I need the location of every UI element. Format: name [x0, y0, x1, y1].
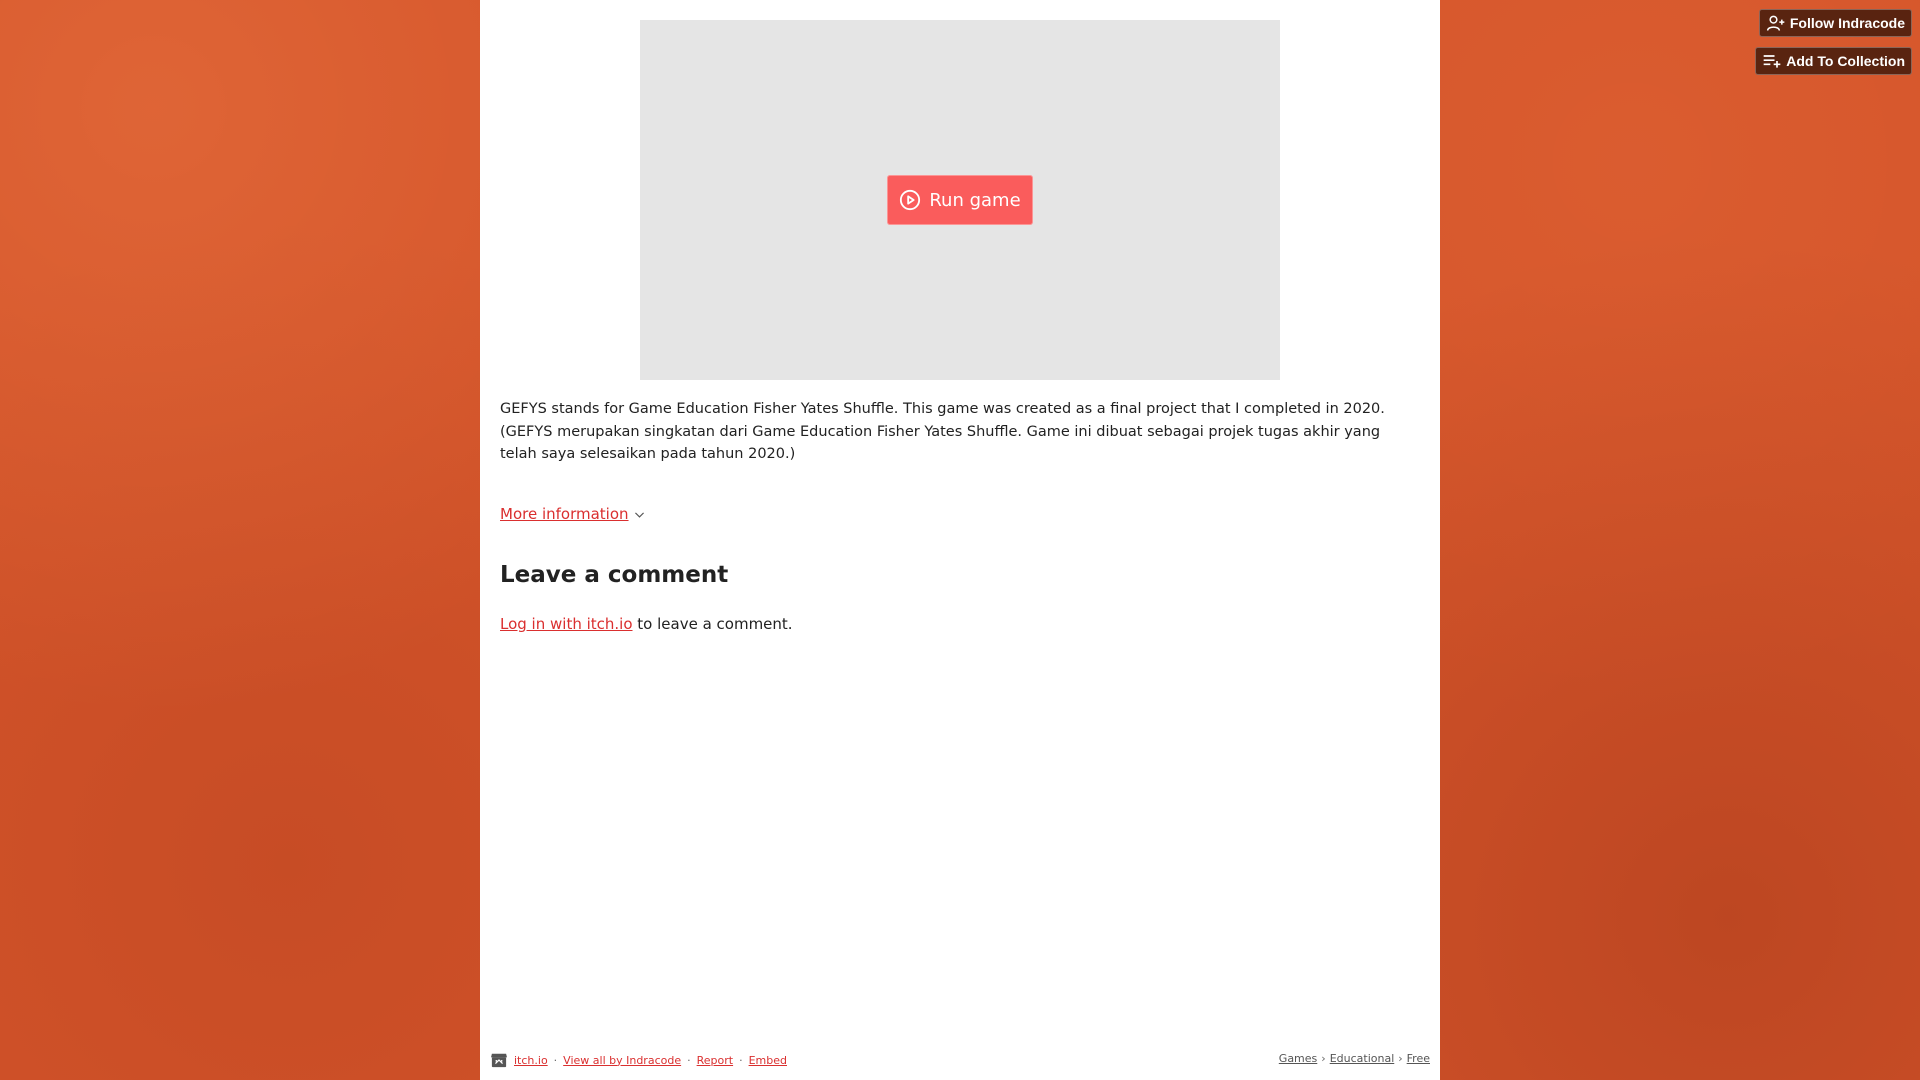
footer-separator: · [553, 1053, 558, 1067]
playlist-add-icon [1763, 55, 1781, 68]
breadcrumb-games[interactable]: Games [1279, 1052, 1317, 1065]
collection-label: Add To Collection [1786, 53, 1905, 69]
comments-heading: Leave a comment [500, 562, 729, 588]
game-description: GEFYS stands for Game Education Fisher Y… [500, 401, 1385, 462]
comment-login-prompt: Log in with itch.io to leave a comment. [500, 615, 793, 633]
footer-link-embed[interactable]: Embed [749, 1054, 787, 1067]
breadcrumb-separator: › [1398, 1052, 1403, 1065]
footer-link-report[interactable]: Report [697, 1054, 733, 1067]
more-information-toggle[interactable]: More information [500, 505, 646, 523]
run-game-label: Run game [929, 189, 1021, 211]
follow-label: Follow Indracode [1789, 15, 1905, 31]
main-column: Run game GEFYS stands for Game Education… [480, 0, 1440, 1080]
login-link[interactable]: Log in with itch.io [500, 615, 633, 633]
breadcrumb-free[interactable]: Free [1407, 1052, 1430, 1065]
run-game-button[interactable]: Run game [887, 175, 1033, 225]
add-to-collection-button[interactable]: Add To Collection [1755, 47, 1912, 75]
follow-button[interactable]: Follow Indracode [1758, 9, 1912, 37]
itchio-logo-icon [491, 1053, 507, 1068]
breadcrumb-educational[interactable]: Educational [1330, 1052, 1395, 1065]
breadcrumb-separator: › [1321, 1052, 1326, 1065]
footer-links: itch.io · View all by Indracode · Report… [490, 1052, 787, 1068]
footer-link-view-all[interactable]: View all by Indracode [563, 1054, 681, 1067]
footer-link-itchio[interactable]: itch.io [514, 1054, 548, 1067]
login-suffix: to leave a comment. [632, 615, 793, 633]
game-embed-frame: Run game [640, 20, 1280, 380]
chevron-down-icon [634, 511, 644, 518]
breadcrumb: Games › Educational › Free [1279, 1052, 1430, 1065]
add-person-icon [1766, 15, 1785, 31]
footer: itch.io · View all by Indracode · Report… [490, 1052, 1430, 1072]
footer-separator: · [687, 1053, 691, 1067]
more-information-label: More information [500, 505, 629, 523]
play-circle-icon [900, 189, 921, 211]
footer-separator: · [739, 1053, 743, 1067]
